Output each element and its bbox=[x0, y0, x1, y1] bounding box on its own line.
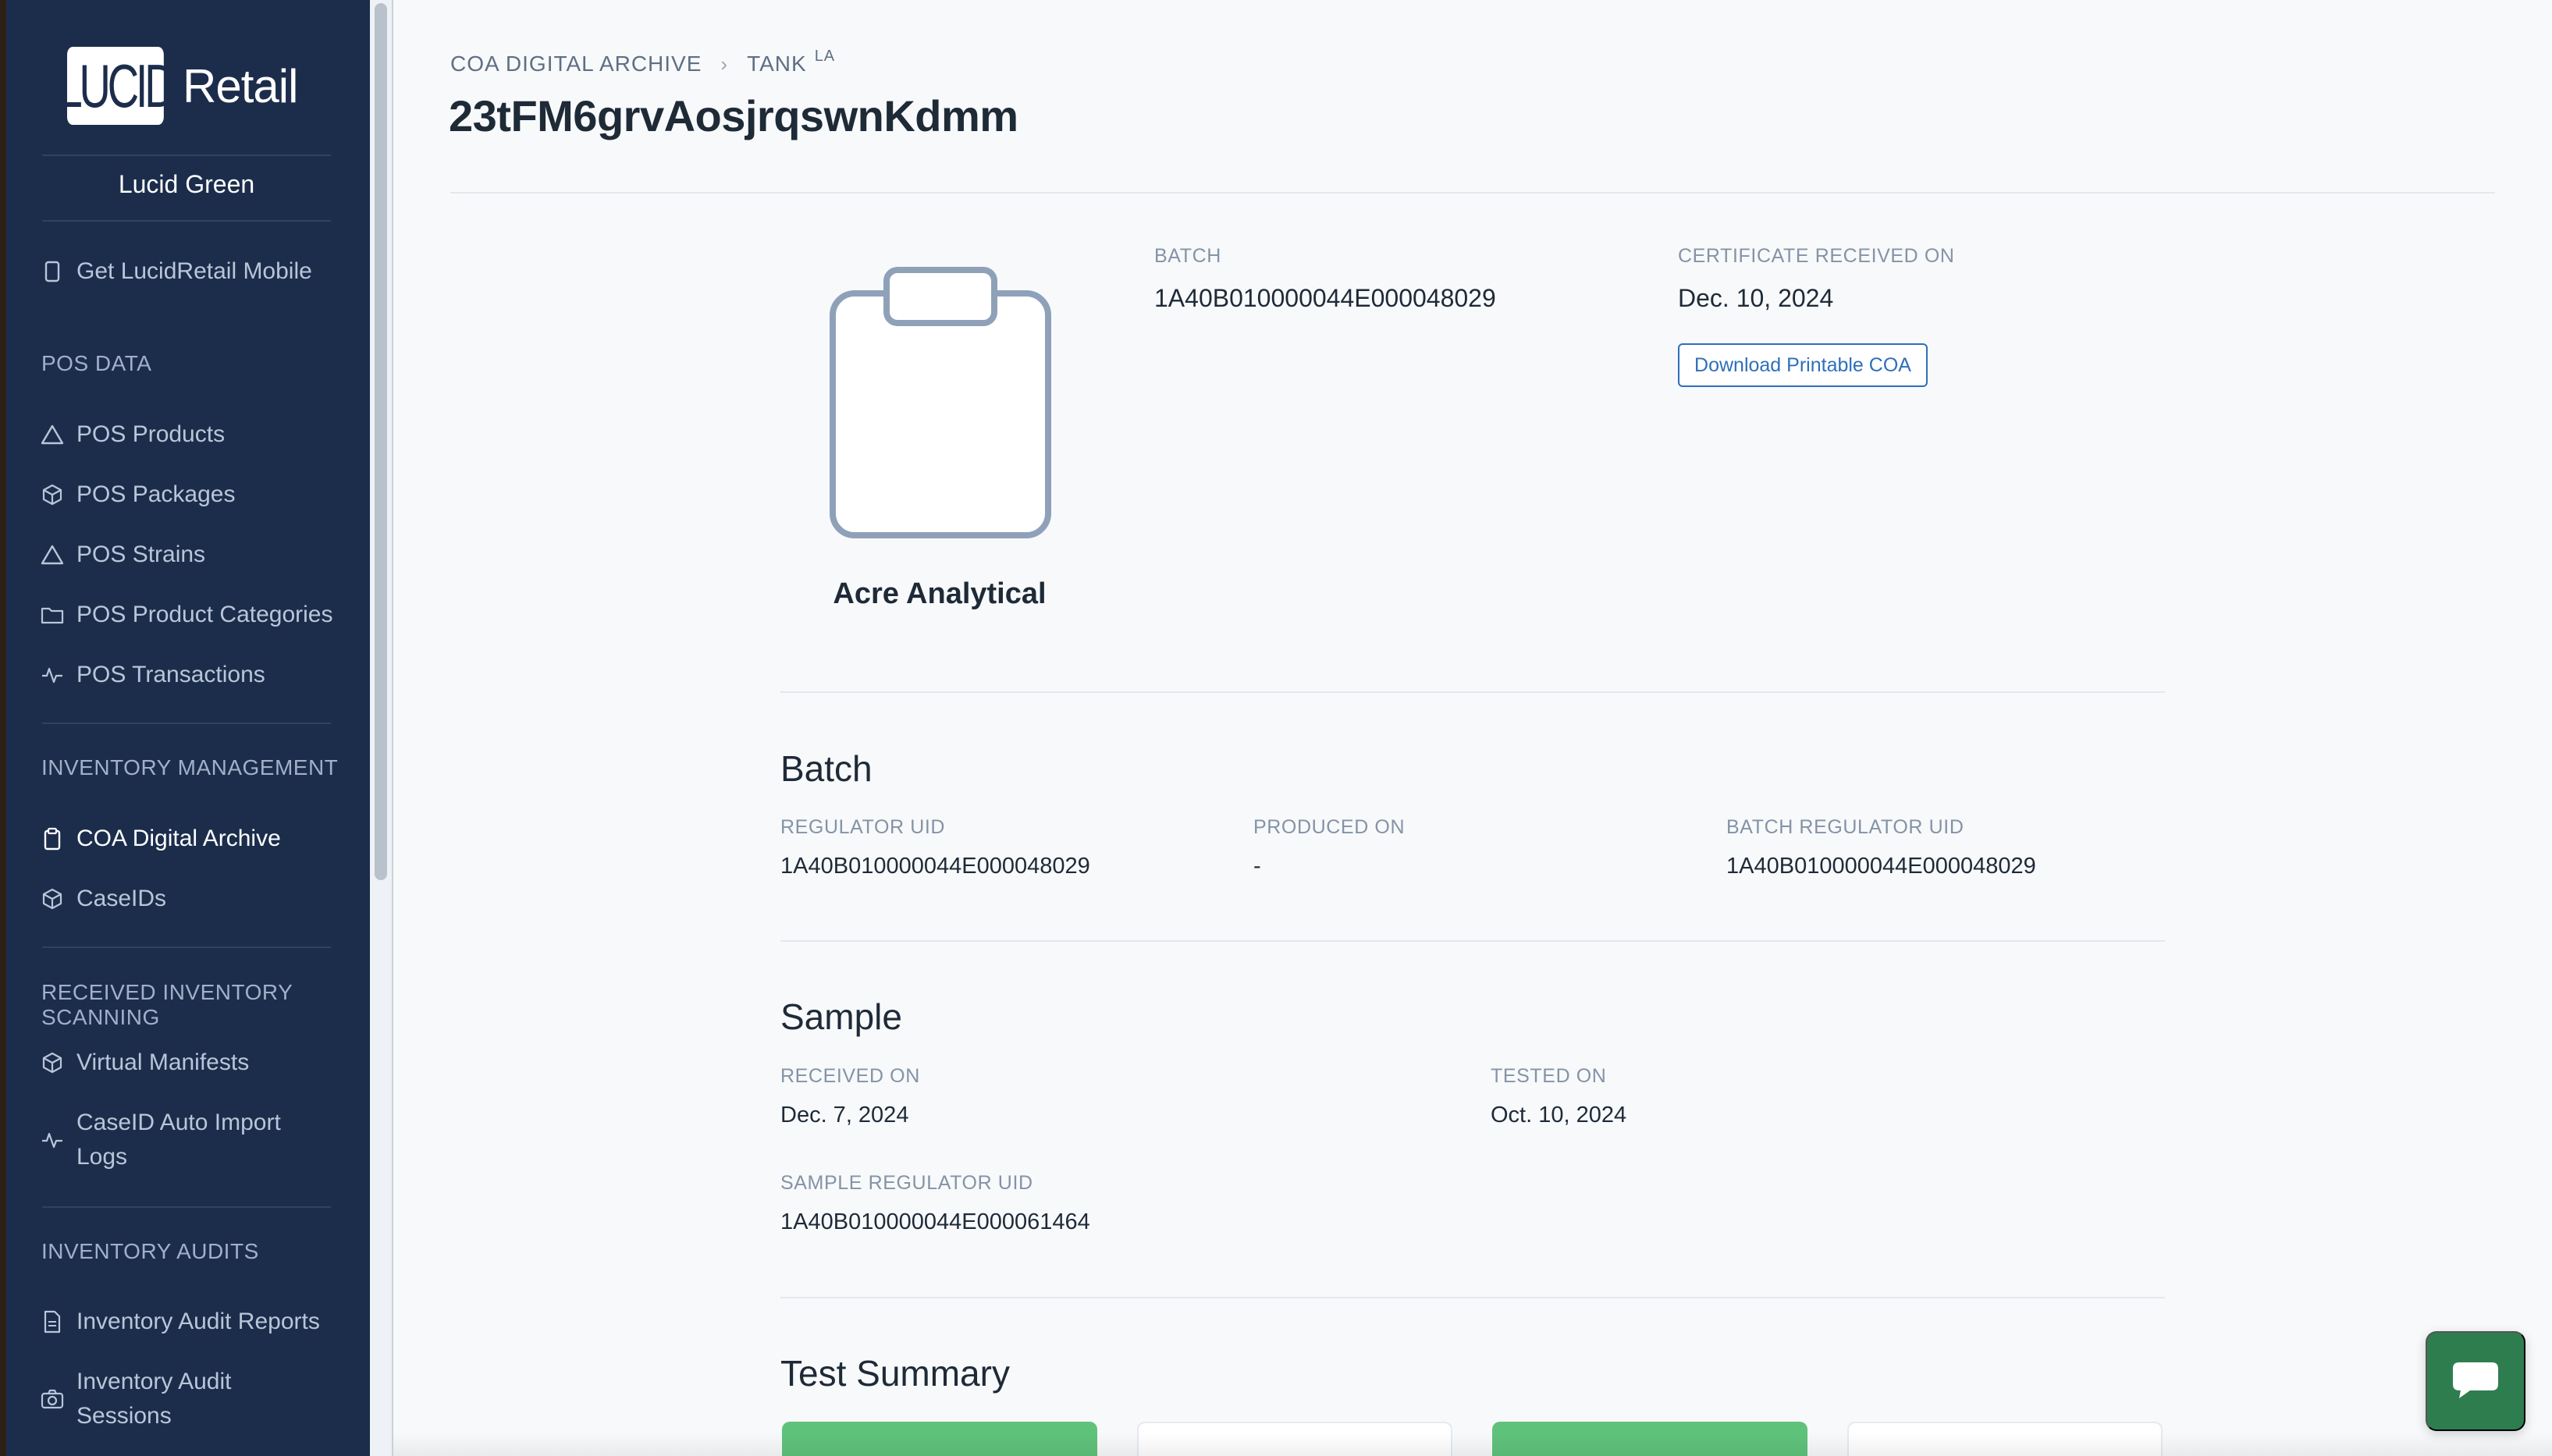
sidebar-item-label: POS Packages bbox=[76, 481, 236, 507]
batch-value: 1A40B010000044E000048029 bbox=[1154, 284, 1496, 312]
sidebar-item-label: POS Products bbox=[76, 421, 226, 447]
sidebar-item-pos-products[interactable]: POS Products bbox=[41, 417, 225, 452]
sidebar-item-label: Get LucidRetail Mobile bbox=[76, 258, 312, 284]
sidebar-item-caseid-auto-import-logs[interactable]: CaseID Auto Import Logs bbox=[41, 1106, 281, 1174]
certificate-received-label: CERTIFICATE RECEIVED ON bbox=[1678, 245, 1955, 267]
box-icon bbox=[41, 478, 64, 512]
section-inventory-management: INVENTORY MANAGEMENT bbox=[41, 755, 339, 779]
produced-on-value: - bbox=[1253, 854, 1261, 879]
batch-section-title: Batch bbox=[780, 748, 873, 789]
logo[interactable]: LUCID Retail bbox=[58, 47, 298, 125]
clipboard-icon bbox=[829, 265, 1052, 544]
sidebar-divider bbox=[42, 154, 331, 156]
lab-name: Acre Analytical bbox=[833, 577, 1047, 610]
triangle-icon bbox=[41, 538, 64, 572]
chat-bubble-icon bbox=[2451, 1361, 2500, 1402]
sample-section-title: Sample bbox=[780, 996, 902, 1037]
sidebar-divider bbox=[42, 220, 331, 222]
section-divider bbox=[780, 691, 2165, 693]
camera-icon bbox=[41, 1382, 64, 1416]
sidebar-item-label: POS Product Categories bbox=[76, 602, 333, 627]
sidebar-scrollbar-thumb[interactable] bbox=[375, 3, 387, 880]
box-icon bbox=[41, 1046, 64, 1080]
logo-mark: LUCID bbox=[58, 47, 176, 125]
breadcrumb: COA DIGITAL ARCHIVE › TANK LA bbox=[450, 47, 836, 76]
sidebar-item-label-line: Inventory Audit bbox=[76, 1369, 232, 1394]
activity-icon bbox=[41, 1123, 64, 1157]
sidebar-item-label: CaseID Auto Import Logs bbox=[76, 1106, 281, 1174]
sidebar-item-label-line: Sessions bbox=[76, 1403, 172, 1429]
section-divider bbox=[780, 1297, 2165, 1298]
produced-on-label: PRODUCED ON bbox=[1253, 816, 1406, 838]
section-pos-data: POS DATA bbox=[41, 351, 152, 375]
folder-icon bbox=[41, 598, 64, 632]
user-name[interactable]: Lucid Green bbox=[42, 170, 331, 199]
sidebar-item-label: POS Strains bbox=[76, 542, 206, 567]
window-edge bbox=[0, 0, 6, 1456]
sidebar-item-pos-packages[interactable]: POS Packages bbox=[41, 478, 235, 512]
batch-regulator-uid-value: 1A40B010000044E000048029 bbox=[1726, 854, 2036, 879]
sidebar-item-virtual-manifests[interactable]: Virtual Manifests bbox=[41, 1046, 249, 1080]
sidebar-item-mobile[interactable]: Get LucidRetail Mobile bbox=[41, 254, 312, 289]
clipboard-icon bbox=[41, 822, 64, 856]
sidebar-divider bbox=[42, 1206, 331, 1208]
sidebar-item-label: Virtual Manifests bbox=[76, 1049, 250, 1075]
document-icon bbox=[41, 1305, 64, 1339]
phone-icon bbox=[41, 254, 64, 289]
sidebar-item-label: CaseIDs bbox=[76, 886, 167, 911]
sidebar-item-label: Inventory Audit Reports bbox=[76, 1309, 320, 1334]
page-title: 23tFM6grvAosjrqswnKdmm bbox=[449, 91, 1018, 140]
section-received-inventory-scanning: RECEIVED INVENTORY SCANNING bbox=[41, 980, 293, 1029]
section-divider bbox=[780, 940, 2165, 942]
test-summary-title: Test Summary bbox=[780, 1353, 1010, 1394]
sidebar-divider bbox=[42, 946, 331, 948]
triangle-icon bbox=[41, 417, 64, 452]
scroll-fade bbox=[393, 1433, 2552, 1456]
box-icon bbox=[41, 882, 64, 916]
sample-regulator-uid-label: SAMPLE REGULATOR UID bbox=[780, 1172, 1033, 1194]
batch-label: BATCH bbox=[1154, 245, 1221, 267]
regulator-uid-value: 1A40B010000044E000048029 bbox=[780, 854, 1090, 879]
sidebar-item-pos-product-categories[interactable]: POS Product Categories bbox=[41, 598, 333, 632]
sidebar-item-label-line: Logs bbox=[76, 1144, 128, 1170]
sample-regulator-uid-value: 1A40B010000044E000061464 bbox=[780, 1209, 1090, 1234]
sidebar-item-label: COA Digital Archive bbox=[76, 826, 281, 851]
breadcrumb-root[interactable]: COA DIGITAL ARCHIVE bbox=[450, 51, 702, 76]
header-divider bbox=[450, 192, 2495, 194]
download-printable-coa-button[interactable]: Download Printable COA bbox=[1678, 343, 1928, 387]
breadcrumb-current-sup: LA bbox=[814, 47, 836, 65]
sidebar-item-label: POS Transactions bbox=[76, 662, 265, 687]
sidebar-item-label: Inventory Audit Sessions bbox=[76, 1365, 231, 1433]
sidebar-item-label-line: CaseID Auto Import bbox=[76, 1110, 281, 1135]
sidebar: LUCID Retail Lucid Green Get LucidRetail… bbox=[0, 0, 370, 1456]
batch-regulator-uid-label: BATCH REGULATOR UID bbox=[1726, 816, 1964, 838]
received-on-label: RECEIVED ON bbox=[780, 1065, 920, 1087]
sidebar-item-inventory-audit-reports[interactable]: Inventory Audit Reports bbox=[41, 1305, 320, 1339]
regulator-uid-label: REGULATOR UID bbox=[780, 816, 946, 838]
tested-on-label: TESTED ON bbox=[1491, 1065, 1607, 1087]
sidebar-divider bbox=[42, 723, 331, 724]
section-inventory-audits: INVENTORY AUDITS bbox=[41, 1239, 259, 1263]
sidebar-item-caseids[interactable]: CaseIDs bbox=[41, 882, 166, 916]
sidebar-item-coa-digital-archive[interactable]: COA Digital Archive bbox=[41, 822, 281, 856]
sidebar-item-pos-transactions[interactable]: POS Transactions bbox=[41, 658, 265, 692]
tested-on-value: Oct. 10, 2024 bbox=[1491, 1103, 1627, 1128]
received-on-value: Dec. 7, 2024 bbox=[780, 1103, 909, 1128]
activity-icon bbox=[41, 658, 64, 692]
breadcrumb-current: TANK bbox=[747, 51, 807, 76]
chat-button[interactable] bbox=[2426, 1331, 2525, 1431]
certificate-received-value: Dec. 10, 2024 bbox=[1678, 284, 1834, 312]
sidebar-item-inventory-audit-sessions[interactable]: Inventory Audit Sessions bbox=[41, 1365, 231, 1433]
chevron-right-icon: › bbox=[720, 51, 729, 76]
sidebar-item-pos-strains[interactable]: POS Strains bbox=[41, 538, 205, 572]
logo-text: Retail bbox=[183, 59, 298, 112]
